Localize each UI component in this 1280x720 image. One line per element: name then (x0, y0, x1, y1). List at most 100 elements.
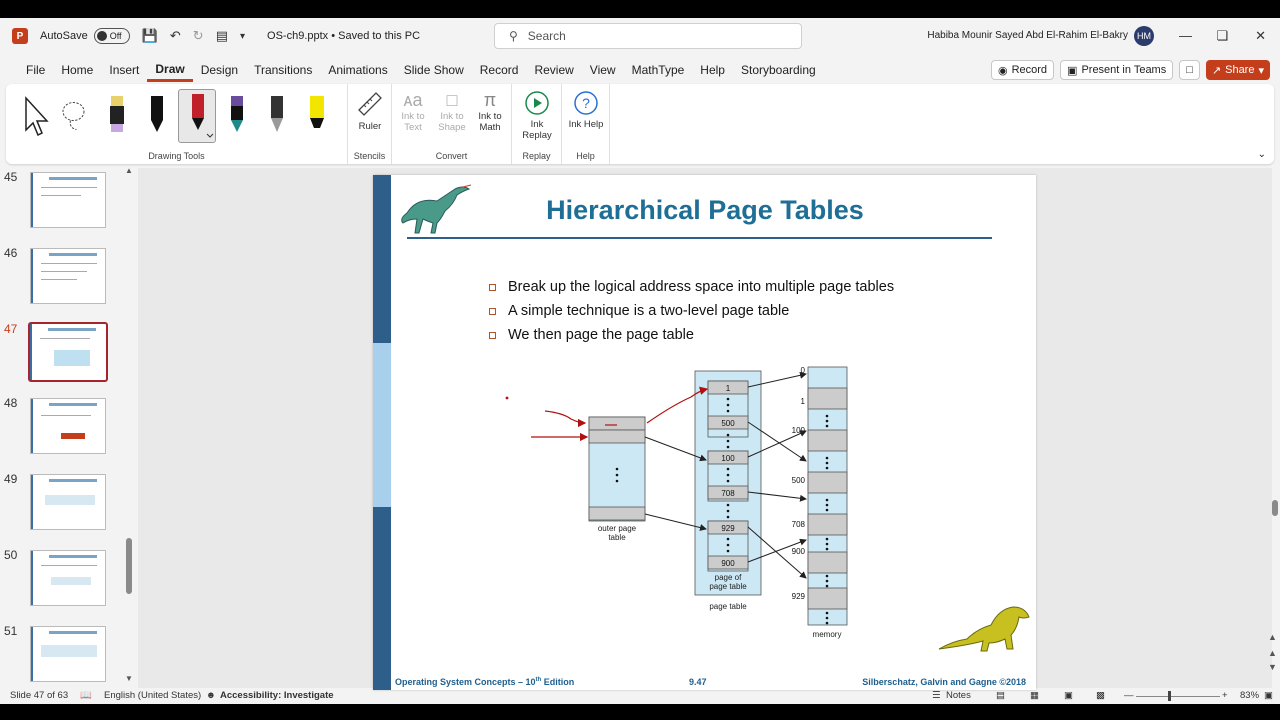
convert-label: Convert (435, 151, 468, 161)
tab-mathtype[interactable]: MathType (624, 58, 693, 82)
autosave-state: Off (109, 31, 122, 41)
language-status[interactable]: English (United States) (104, 690, 201, 701)
user-name[interactable]: Habiba Mounir Sayed Abd El-Rahim El-Bakr… (927, 30, 1128, 41)
pencil-icon[interactable] (262, 92, 292, 140)
tab-slide-show[interactable]: Slide Show (396, 58, 472, 82)
tab-home[interactable]: Home (53, 58, 101, 82)
search-box[interactable]: ⚲ Search (494, 23, 802, 49)
teal-pen-icon[interactable] (222, 92, 252, 140)
tab-review[interactable]: Review (526, 58, 581, 82)
pop-entry: 900 (721, 559, 735, 568)
tab-record[interactable]: Record (472, 58, 527, 82)
highlighter-pen-icon[interactable] (102, 92, 132, 140)
lasso-select-icon[interactable] (60, 92, 90, 140)
slide-sorter-icon[interactable]: ▦ (1030, 690, 1039, 701)
minimize-icon[interactable]: — (1179, 28, 1192, 43)
tab-file[interactable]: File (18, 58, 53, 82)
ink-replay-icon (525, 91, 549, 115)
undo-icon[interactable]: ↶ (170, 28, 181, 44)
autosave-toggle[interactable]: Off (93, 28, 130, 44)
replay-group: Ink Replay Replay (512, 84, 562, 164)
yellow-highlighter-icon[interactable] (302, 92, 332, 140)
notes-button[interactable]: Notes (946, 690, 971, 701)
close-icon[interactable]: ✕ (1255, 28, 1266, 44)
zoom-out-icon[interactable]: — (1124, 690, 1134, 701)
tab-animations[interactable]: Animations (320, 58, 395, 82)
comments-button[interactable]: □ (1179, 60, 1200, 80)
pop-entry: 500 (721, 419, 735, 428)
footer-left: Operating System Concepts – 10th Edition (395, 677, 574, 687)
slide-thumbnail-46[interactable] (30, 248, 106, 304)
current-slide[interactable]: Hierarchical Page Tables Break up the lo… (373, 175, 1036, 690)
previous-slide-icon[interactable]: ▲ (1268, 648, 1277, 658)
redo-icon[interactable]: ↻ (193, 28, 204, 44)
outer-table-label: table (608, 533, 626, 542)
notes-icon: ☰ (932, 690, 941, 701)
slide-thumbnail-50[interactable] (30, 550, 106, 606)
editor-scrollbar[interactable] (1272, 500, 1278, 516)
tab-storyboarding[interactable]: Storyboarding (733, 58, 824, 82)
slide-thumbnail-45[interactable] (30, 172, 106, 228)
scroll-up-icon[interactable]: ▲ (125, 166, 133, 175)
zoom-level[interactable]: 83% (1240, 690, 1259, 701)
ribbon-right-actions: ◉ Record ▣ Present in Teams □ ↗ Share ▾ (990, 60, 1270, 80)
ink-help-button[interactable]: ? Ink Help (568, 90, 604, 130)
slide-counter[interactable]: Slide 47 of 63 (10, 690, 68, 701)
ruler-button[interactable]: Ruler (354, 90, 386, 132)
slide-thumbnail-49[interactable] (30, 474, 106, 530)
thumb-number: 46 (4, 246, 18, 260)
memory-address: 900 (792, 547, 806, 556)
zoom-slider[interactable] (1136, 696, 1220, 697)
thumb-number: 45 (4, 170, 18, 184)
present-from-start-icon[interactable]: ▤ (216, 28, 228, 44)
zoom-in-icon[interactable]: + (1222, 690, 1228, 701)
ink-replay-label: Ink Replay (522, 119, 552, 141)
tab-view[interactable]: View (582, 58, 624, 82)
avatar[interactable]: HM (1134, 26, 1154, 46)
comment-icon: □ (1186, 64, 1193, 76)
save-icon[interactable]: 💾 (142, 28, 158, 44)
thumbnails-scrollbar[interactable] (126, 538, 132, 594)
next-slide-icon[interactable]: ▼ (1268, 662, 1277, 672)
slide-thumbnail-48[interactable] (30, 398, 106, 454)
accessibility-status[interactable]: Accessibility: Investigate (220, 690, 334, 701)
select-pointer-icon[interactable] (20, 92, 50, 140)
normal-view-icon[interactable]: ▤ (996, 690, 1005, 701)
thumb-number-current: 47 (4, 322, 18, 336)
ink-to-text-label: Ink to Text (401, 111, 425, 133)
fit-to-window-icon[interactable]: ▣ (1264, 690, 1273, 701)
spellcheck-icon[interactable]: 📖 (80, 690, 92, 701)
slide-thumbnail-47[interactable] (28, 322, 108, 382)
share-button[interactable]: ↗ Share ▾ (1205, 60, 1270, 80)
red-pen-icon (192, 94, 214, 138)
black-pen-icon[interactable] (142, 92, 172, 140)
collapse-ribbon-icon[interactable]: ⌄ (1258, 149, 1266, 160)
record-button[interactable]: ◉ Record (990, 60, 1055, 80)
record-button-label: Record (1011, 64, 1048, 76)
tab-help[interactable]: Help (692, 58, 733, 82)
pop-entry: 100 (721, 454, 735, 463)
ink-to-text-button[interactable]: ᴀa Ink to Text (396, 90, 430, 133)
scroll-up-icon[interactable]: ▲ (1268, 632, 1277, 642)
outer-page-table (588, 416, 646, 522)
restore-icon[interactable]: ❏ (1216, 28, 1228, 44)
slide-thumbnail-51[interactable] (30, 626, 106, 682)
tab-transitions[interactable]: Transitions (246, 58, 320, 82)
red-pen-selected[interactable] (178, 89, 216, 143)
slideshow-icon[interactable]: ▩ (1096, 690, 1105, 701)
present-in-teams-button[interactable]: ▣ Present in Teams (1060, 60, 1174, 80)
scroll-down-icon[interactable]: ▼ (125, 674, 133, 683)
customize-qat-icon[interactable]: ▾ (240, 31, 245, 42)
ink-replay-button[interactable]: Ink Replay (518, 90, 556, 141)
ink-to-shape-button[interactable]: □ Ink to Shape (434, 90, 470, 133)
document-name[interactable]: OS-ch9.pptx • Saved to this PC (267, 30, 420, 42)
tab-design[interactable]: Design (193, 58, 246, 82)
memory-address: 708 (792, 520, 806, 529)
reading-view-icon[interactable]: ▣ (1064, 690, 1073, 701)
tab-insert[interactable]: Insert (101, 58, 147, 82)
ruler-label: Ruler (358, 121, 382, 132)
toggle-knob (96, 31, 107, 41)
tab-draw[interactable]: Draw (147, 58, 193, 82)
ink-to-math-button[interactable]: π Ink to Math (472, 90, 508, 133)
zoom-slider-handle[interactable] (1168, 691, 1171, 701)
